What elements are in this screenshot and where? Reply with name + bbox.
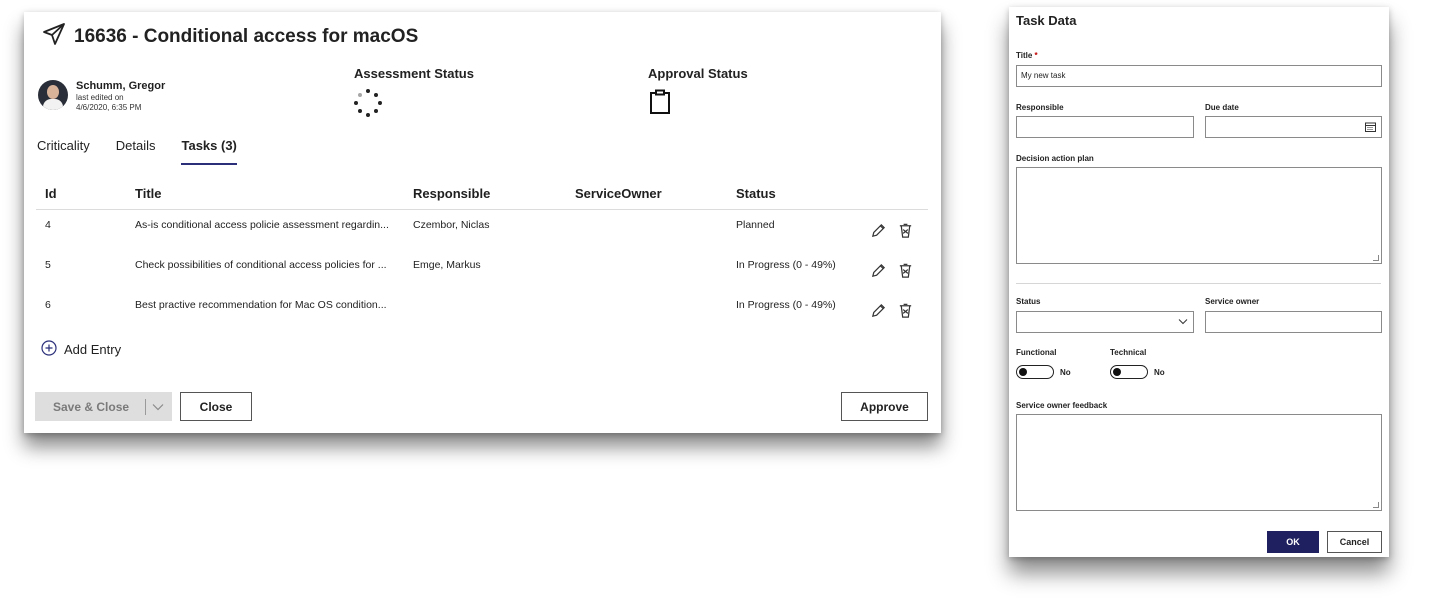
technical-toggle[interactable]: No: [1110, 365, 1165, 379]
cancel-button[interactable]: Cancel: [1327, 531, 1382, 553]
tab-criticality[interactable]: Criticality: [37, 138, 90, 165]
service-owner-input[interactable]: [1205, 311, 1382, 333]
last-edited-label: last edited on: [76, 93, 124, 102]
pencil-icon[interactable]: [870, 262, 887, 282]
column-header-title[interactable]: Title: [135, 186, 413, 209]
chevron-down-icon[interactable]: [152, 400, 164, 414]
loading-spinner-icon: [354, 89, 382, 117]
status-label: Status: [1016, 297, 1041, 306]
table-row[interactable]: 5 Check possibilities of conditional acc…: [36, 250, 928, 290]
column-header-status[interactable]: Status: [736, 186, 868, 209]
title-input[interactable]: My new task: [1016, 65, 1382, 87]
trash-icon[interactable]: [897, 262, 914, 282]
form-title: Task Data: [1016, 13, 1077, 28]
column-header-responsible[interactable]: Responsible: [413, 186, 575, 209]
cell-id: 6: [45, 299, 51, 311]
user-name: Schumm, Gregor: [76, 80, 166, 92]
save-close-button[interactable]: Save & Close: [35, 392, 172, 421]
due-date-input[interactable]: [1205, 116, 1382, 138]
cell-status: In Progress (0 - 49%): [736, 259, 836, 271]
add-entry-button[interactable]: Add Entry: [41, 340, 121, 359]
table-row[interactable]: 4 As-is conditional access policie asses…: [36, 210, 928, 250]
functional-label: Functional: [1016, 348, 1057, 357]
cell-id: 4: [45, 219, 51, 231]
dialog-footer: Save & Close Close: [35, 392, 252, 421]
status-select[interactable]: [1016, 311, 1194, 333]
pencil-icon[interactable]: [870, 222, 887, 242]
feedback-label: Service owner feedback: [1016, 401, 1108, 410]
last-edited-date: 4/6/2020, 6:35 PM: [76, 103, 142, 112]
title-label: Title *: [1016, 51, 1038, 60]
decision-plan-textarea[interactable]: [1016, 167, 1382, 264]
avatar: [38, 80, 68, 110]
approval-status-label: Approval Status: [648, 66, 748, 81]
add-entry-label: Add Entry: [64, 342, 122, 357]
decision-plan-label: Decision action plan: [1016, 154, 1094, 163]
required-marker: *: [1034, 51, 1038, 60]
tab-bar: Criticality Details Tasks (3): [37, 138, 263, 165]
cell-title: Best practive recommendation for Mac OS …: [135, 299, 387, 311]
cell-status: Planned: [736, 219, 775, 231]
table-header: Id Title Responsible ServiceOwner Status: [36, 186, 928, 210]
user-info: Schumm, Gregor last edited on 4/6/2020, …: [38, 80, 165, 113]
cell-title: Check possibilities of conditional acces…: [135, 259, 387, 271]
chevron-down-icon: [1178, 318, 1188, 327]
save-close-label: Save & Close: [53, 399, 130, 414]
tasks-table: Id Title Responsible ServiceOwner Status…: [36, 186, 928, 330]
pencil-icon[interactable]: [870, 302, 887, 322]
trash-icon[interactable]: [897, 302, 914, 322]
cell-status: In Progress (0 - 49%): [736, 299, 836, 311]
responsible-input[interactable]: [1016, 116, 1194, 138]
table-row[interactable]: 6 Best practive recommendation for Mac O…: [36, 290, 928, 330]
tab-details[interactable]: Details: [116, 138, 156, 165]
dialog-header: 16636 - Conditional access for macOS: [42, 22, 418, 51]
tab-tasks[interactable]: Tasks (3): [181, 138, 237, 165]
technical-label: Technical: [1110, 348, 1147, 357]
cell-id: 5: [45, 259, 51, 271]
functional-value: No: [1060, 367, 1071, 377]
approve-button[interactable]: Approve: [841, 392, 928, 421]
task-dialog: 16636 - Conditional access for macOS Sch…: [24, 12, 941, 433]
calendar-icon[interactable]: [1365, 122, 1376, 134]
cell-responsible: Czembor, Niclas: [413, 219, 490, 231]
clipboard-icon: [648, 89, 748, 120]
assessment-status-label: Assessment Status: [354, 66, 474, 81]
cell-title: As-is conditional access policie assessm…: [135, 219, 389, 231]
ok-button[interactable]: OK: [1267, 531, 1319, 553]
assessment-status: Assessment Status: [354, 66, 474, 117]
technical-value: No: [1154, 367, 1165, 377]
form-divider: [1016, 283, 1381, 284]
paper-plane-icon: [42, 22, 66, 51]
task-data-form: Task Data Title * My new task Responsibl…: [1009, 7, 1389, 557]
responsible-label: Responsible: [1016, 103, 1064, 112]
cell-responsible: Emge, Markus: [413, 259, 481, 271]
approval-status: Approval Status: [648, 66, 748, 120]
feedback-textarea[interactable]: [1016, 414, 1382, 511]
column-header-id[interactable]: Id: [36, 186, 135, 209]
service-owner-label: Service owner: [1205, 297, 1260, 306]
close-button[interactable]: Close: [180, 392, 252, 421]
plus-circle-icon: [41, 340, 64, 359]
column-header-serviceowner[interactable]: ServiceOwner: [575, 186, 736, 209]
functional-toggle[interactable]: No: [1016, 365, 1071, 379]
due-date-label: Due date: [1205, 103, 1239, 112]
page-title: 16636 - Conditional access for macOS: [74, 25, 419, 47]
trash-icon[interactable]: [897, 222, 914, 242]
